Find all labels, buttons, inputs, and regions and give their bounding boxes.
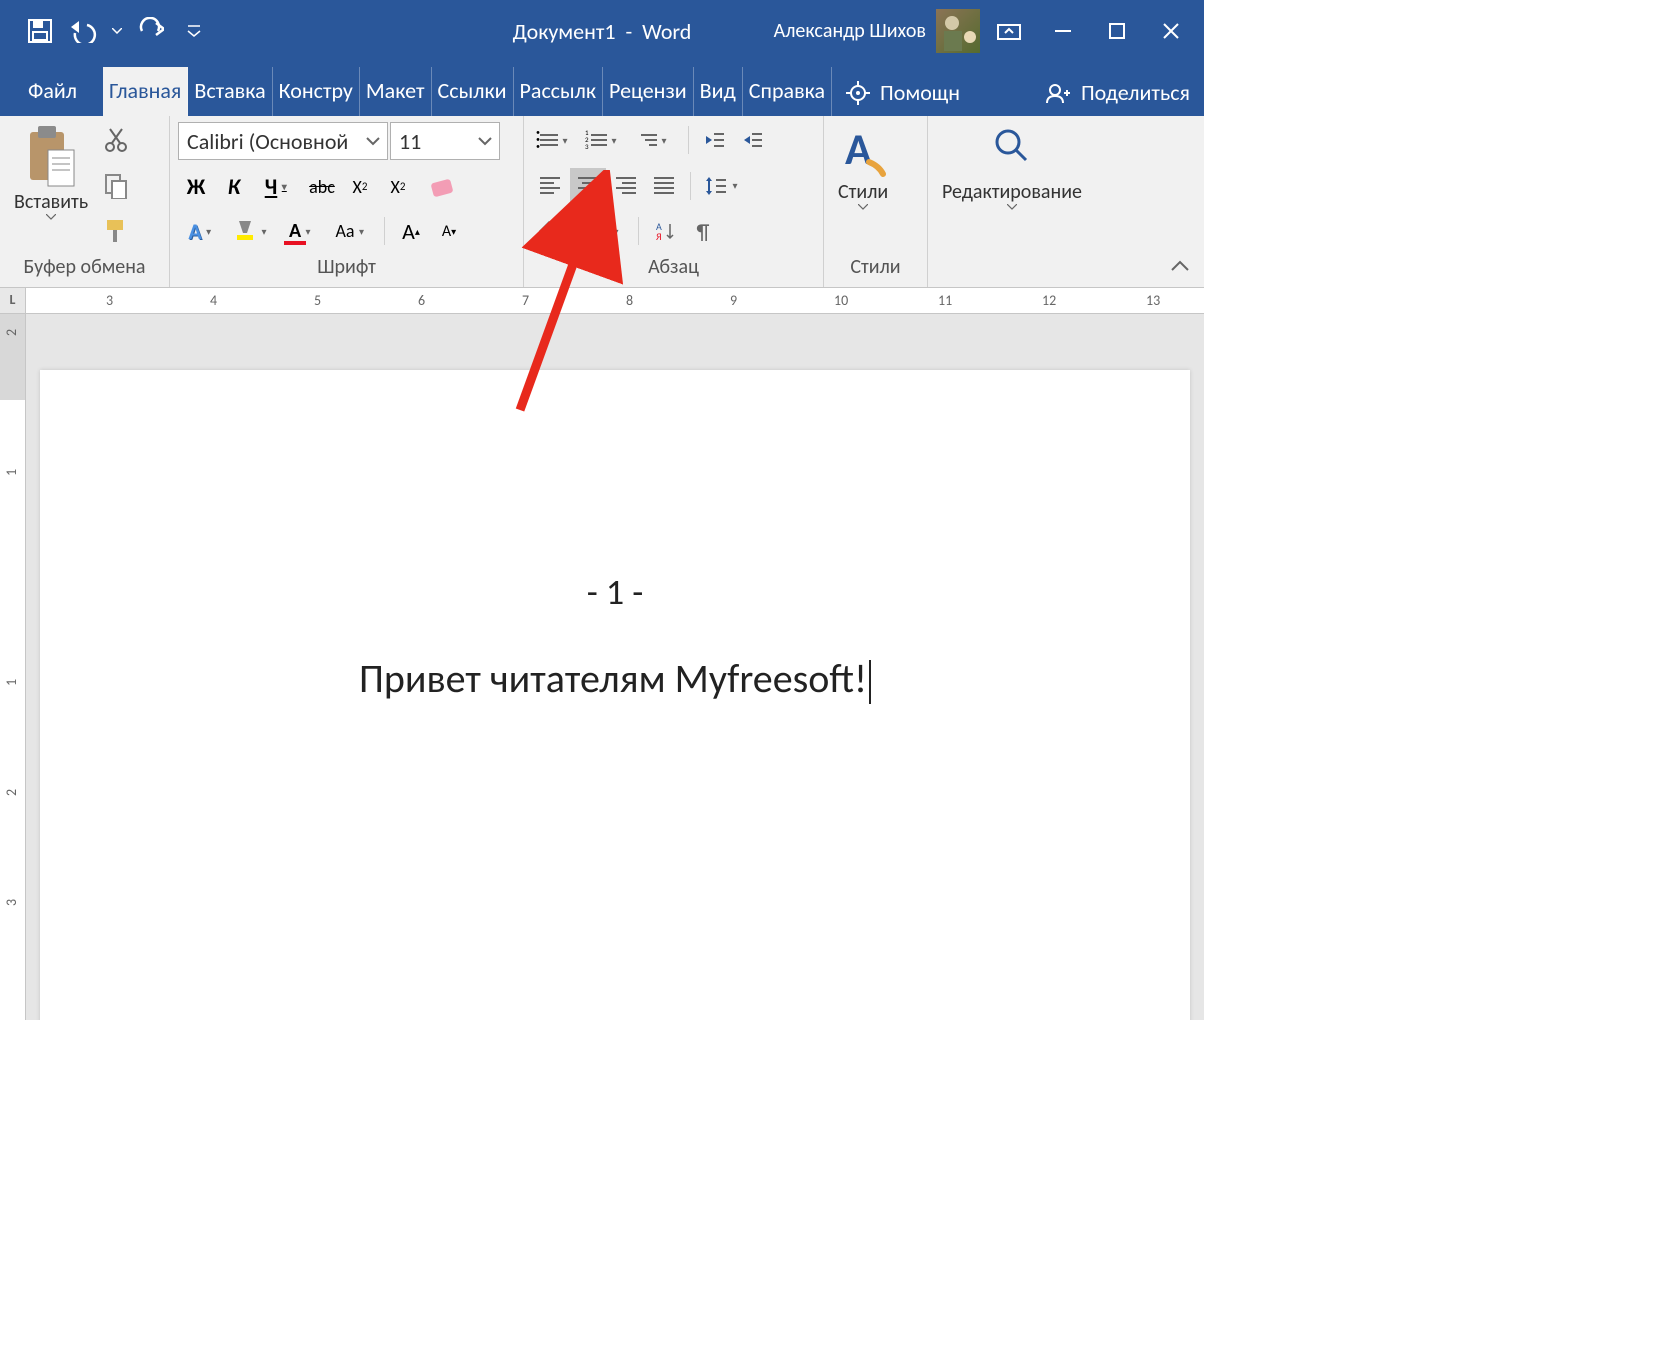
save-button[interactable]: [20, 11, 60, 51]
numbering-button[interactable]: 123▾: [582, 122, 630, 158]
user-avatar-icon[interactable]: [936, 9, 980, 53]
group-label-paragraph: Абзац: [532, 249, 815, 283]
copy-button[interactable]: [98, 168, 134, 204]
group-paragraph: •••▾ 123▾ ▾ ▾ ▾ ▾ АЯ ¶: [524, 116, 824, 287]
align-center-button[interactable]: [570, 168, 606, 204]
sort-button[interactable]: АЯ: [647, 213, 683, 249]
app-name: Word: [642, 18, 691, 45]
clear-formatting-button[interactable]: [418, 169, 466, 205]
tab-file[interactable]: Файл: [0, 67, 103, 116]
qat-customize[interactable]: [174, 11, 214, 51]
chevron-down-icon: [858, 204, 868, 210]
styles-button[interactable]: A Стили: [832, 122, 894, 210]
collapse-ribbon-button[interactable]: [1170, 258, 1190, 277]
change-case-button[interactable]: Aa▾: [328, 213, 376, 249]
tab-selector[interactable]: L: [0, 288, 26, 314]
ribbon-display-options[interactable]: [984, 11, 1034, 51]
document-text[interactable]: Привет читателям Myfreesoft!: [359, 654, 871, 704]
quick-access-toolbar: [0, 11, 214, 51]
cut-button[interactable]: [98, 122, 134, 158]
align-right-button[interactable]: [608, 168, 644, 204]
svg-text:Я: Я: [656, 230, 662, 242]
font-color-button[interactable]: A ▾: [278, 213, 326, 249]
strikethrough-button[interactable]: abc: [304, 169, 340, 205]
page-canvas[interactable]: - 1 - Привет читателям Myfreesoft!: [26, 314, 1204, 1020]
grow-font-button[interactable]: A▴: [393, 213, 429, 249]
close-button[interactable]: [1146, 11, 1196, 51]
tab-layout[interactable]: Макет: [360, 67, 432, 116]
undo-button[interactable]: [64, 11, 104, 51]
tab-references[interactable]: Ссылки: [432, 67, 514, 116]
shrink-font-button[interactable]: A▾: [431, 213, 467, 249]
borders-button[interactable]: ▾: [582, 213, 630, 249]
show-marks-button[interactable]: ¶: [685, 213, 721, 249]
italic-button[interactable]: К: [216, 169, 252, 205]
decrease-indent-button[interactable]: [697, 122, 733, 158]
tab-review[interactable]: Рецензи: [603, 67, 694, 116]
multilevel-list-button[interactable]: ▾: [632, 122, 680, 158]
paste-button[interactable]: Вставить: [8, 122, 94, 220]
group-styles: A Стили Стили: [824, 116, 928, 287]
svg-text:A: A: [845, 124, 872, 176]
group-clipboard: Вставить Буфер обмена: [0, 116, 170, 287]
underline-button[interactable]: Ч▾: [254, 169, 302, 205]
vertical-ruler[interactable]: 21123: [0, 314, 26, 1020]
line-spacing-button[interactable]: ▾: [699, 168, 747, 204]
highlight-button[interactable]: ▾: [228, 213, 276, 249]
maximize-button[interactable]: [1092, 11, 1142, 51]
increase-indent-button[interactable]: [735, 122, 771, 158]
tab-insert[interactable]: Вставка: [188, 67, 272, 116]
font-size-combo[interactable]: 11: [390, 122, 500, 160]
chevron-down-icon: [46, 214, 56, 220]
document-area: 21123 - 1 - Привет читателям Myfreesoft!: [0, 314, 1204, 1020]
justify-button[interactable]: [646, 168, 682, 204]
ribbon-tabs: Файл Главная Вставка Констру Макет Ссылк…: [0, 62, 1204, 116]
editing-button[interactable]: Редактирование: [936, 122, 1088, 210]
chevron-down-icon: [1007, 204, 1017, 210]
group-editing: Редактирование: [928, 116, 1138, 287]
tab-design[interactable]: Констру: [273, 67, 360, 116]
page-number: - 1 -: [80, 570, 1150, 614]
group-label-styles: Стили: [832, 249, 919, 283]
group-label-clipboard: Буфер обмена: [8, 249, 161, 283]
group-label-font: Шрифт: [178, 249, 515, 283]
tab-home[interactable]: Главная: [103, 67, 188, 116]
bold-button[interactable]: Ж: [178, 169, 214, 205]
page[interactable]: - 1 - Привет читателям Myfreesoft!: [40, 370, 1190, 1020]
eraser-icon: [428, 175, 456, 199]
tab-help[interactable]: Справка: [743, 67, 832, 116]
format-painter-button[interactable]: [98, 213, 134, 249]
tab-mailings[interactable]: Рассылк: [514, 67, 603, 116]
minimize-button[interactable]: [1038, 11, 1088, 51]
share-button[interactable]: Поделиться: [1031, 79, 1204, 116]
subscript-button[interactable]: X2: [342, 169, 378, 205]
redo-button[interactable]: [130, 11, 170, 51]
shading-button[interactable]: ▾: [532, 213, 580, 249]
ribbon: Вставить Буфер обмена Calibri (Ос: [0, 116, 1204, 288]
font-name-combo[interactable]: Calibri (Основной: [178, 122, 388, 160]
bullets-button[interactable]: •••▾: [532, 122, 580, 158]
tell-me[interactable]: Помощн: [832, 79, 974, 116]
horizontal-ruler[interactable]: L 345678910111213: [0, 288, 1204, 314]
text-effects-button[interactable]: A▾: [178, 213, 226, 249]
tab-view[interactable]: Вид: [694, 67, 743, 116]
title-bar: Документ1 - Word Александр Шихов: [0, 0, 1204, 62]
user-name[interactable]: Александр Шихов: [774, 19, 926, 43]
superscript-button[interactable]: X2: [380, 169, 416, 205]
document-name: Документ1: [513, 18, 616, 45]
undo-dropdown[interactable]: [108, 11, 126, 51]
align-left-button[interactable]: [532, 168, 568, 204]
group-font: Calibri (Основной 11 Ж К Ч▾ abc X2 X2: [170, 116, 524, 287]
text-cursor: [869, 660, 871, 704]
